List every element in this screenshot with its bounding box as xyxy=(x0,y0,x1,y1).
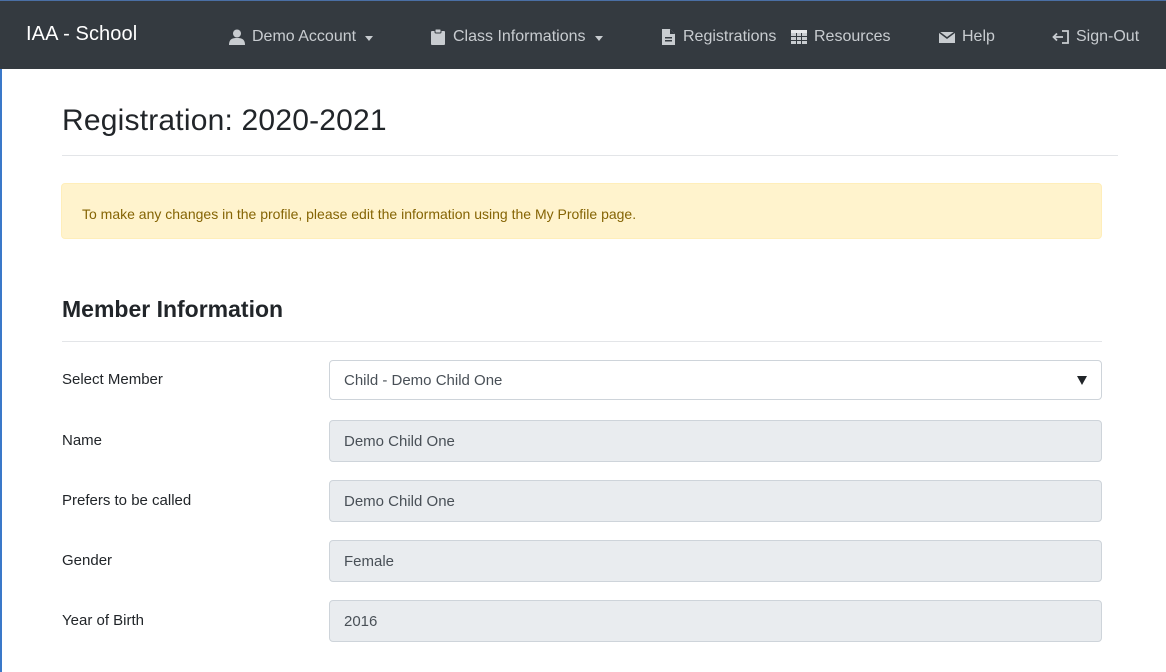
page-title: Registration: 2020-2021 xyxy=(62,104,387,137)
chevron-down-icon xyxy=(594,35,603,41)
select-member-dropdown[interactable]: Child - Demo Child One xyxy=(329,360,1102,400)
year-of-birth-field: 2016 xyxy=(329,600,1102,642)
nav-registrations-label: Registrations xyxy=(683,28,777,45)
select-member-value: Child - Demo Child One xyxy=(344,372,503,389)
name-field: Demo Child One xyxy=(329,420,1102,462)
nav-help[interactable]: Help xyxy=(938,28,995,46)
gender-field: Female xyxy=(329,540,1102,582)
brand-link[interactable]: IAA - School xyxy=(26,23,137,46)
nav-demo-account[interactable]: Demo Account xyxy=(228,28,374,46)
chevron-down-icon xyxy=(365,35,374,41)
nav-resources-label: Resources xyxy=(814,28,891,45)
file-icon xyxy=(659,29,677,45)
name-label: Name xyxy=(62,432,103,449)
nav-help-label: Help xyxy=(962,28,995,45)
top-navbar: IAA - School Demo Account Class Informat… xyxy=(0,0,1166,69)
nav-demo-account-label: Demo Account xyxy=(252,28,357,45)
nav-class-informations-label: Class Informations xyxy=(453,28,586,45)
title-divider xyxy=(62,155,1118,156)
select-member-label: Select Member xyxy=(62,371,163,388)
year-of-birth-value: 2016 xyxy=(344,613,378,630)
nav-resources[interactable]: Resources xyxy=(790,28,890,46)
nav-class-informations[interactable]: Class Informations xyxy=(429,28,603,46)
sign-out-icon xyxy=(1052,29,1070,45)
nav-sign-out-label: Sign-Out xyxy=(1076,28,1140,45)
dropdown-arrow-icon xyxy=(1077,376,1087,385)
profile-alert: To make any changes in the profile, plea… xyxy=(61,183,1102,239)
preferred-name-value: Demo Child One xyxy=(344,493,455,510)
nav-registrations[interactable]: Registrations xyxy=(659,28,776,46)
nav-sign-out[interactable]: Sign-Out xyxy=(1052,28,1139,46)
profile-alert-text: To make any changes in the profile, plea… xyxy=(82,206,637,222)
year-of-birth-label: Year of Birth xyxy=(62,612,144,629)
gender-label: Gender xyxy=(62,552,113,569)
envelope-icon xyxy=(938,29,956,45)
preferred-name-field: Demo Child One xyxy=(329,480,1102,522)
table-icon xyxy=(790,29,808,45)
section-divider xyxy=(62,341,1102,342)
name-value: Demo Child One xyxy=(344,433,455,450)
clipboard-icon xyxy=(429,28,447,45)
gender-value: Female xyxy=(344,553,395,570)
user-icon xyxy=(228,29,246,45)
member-info-title: Member Information xyxy=(62,296,284,322)
preferred-name-label: Prefers to be called xyxy=(62,492,192,509)
